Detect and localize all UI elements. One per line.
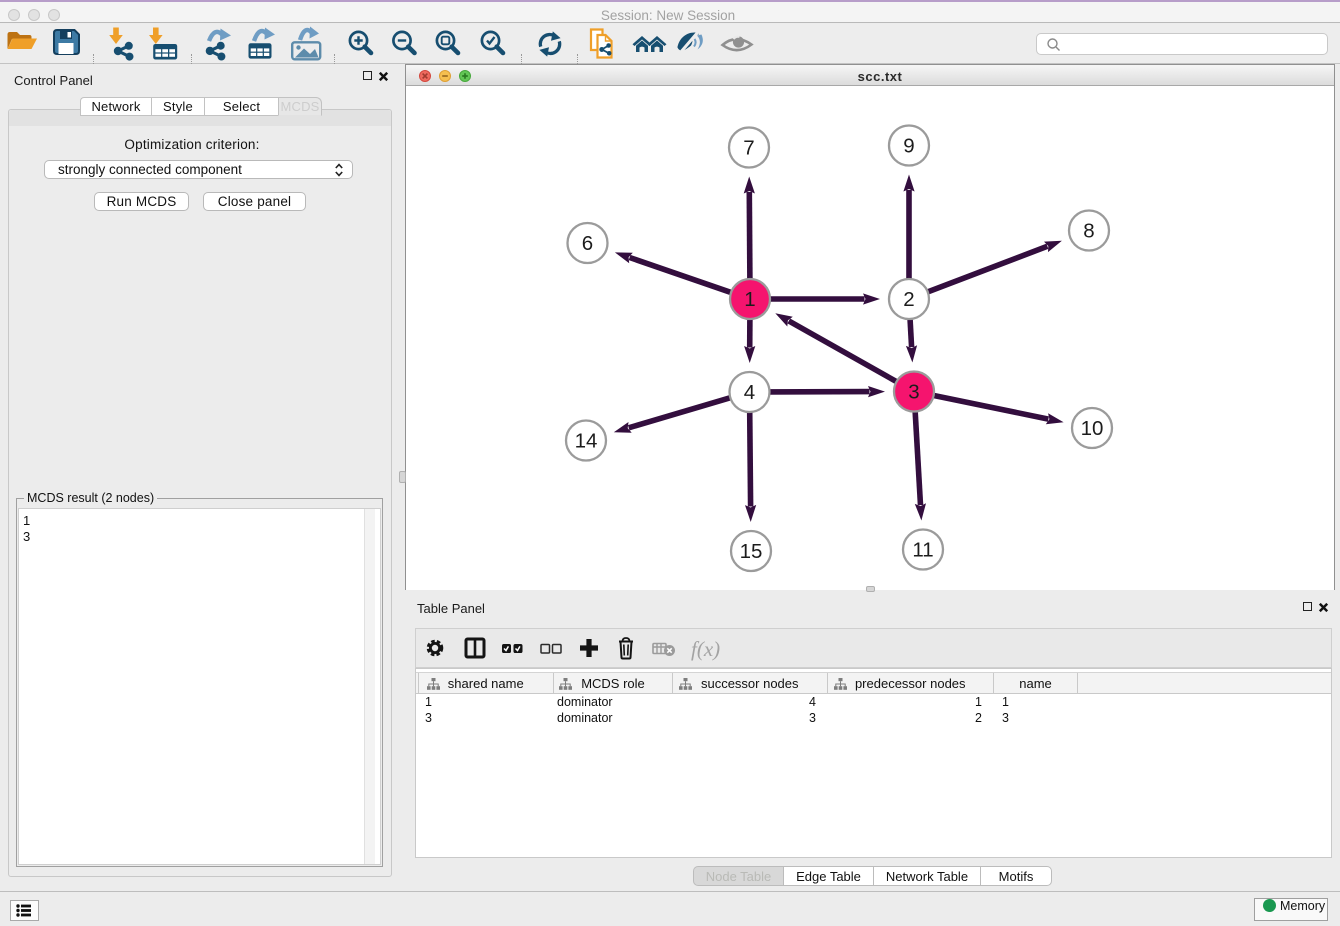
- svg-text:4: 4: [744, 381, 755, 404]
- svg-text:6: 6: [582, 232, 593, 255]
- svg-text:3: 3: [908, 381, 919, 404]
- svg-text:10: 10: [1081, 417, 1104, 440]
- svg-text:14: 14: [575, 430, 598, 453]
- svg-text:15: 15: [740, 540, 763, 563]
- svg-text:1: 1: [744, 288, 755, 311]
- svg-text:8: 8: [1083, 220, 1094, 243]
- svg-text:7: 7: [743, 137, 754, 160]
- svg-text:11: 11: [912, 539, 933, 562]
- svg-text:9: 9: [903, 135, 914, 158]
- svg-text:f(x): f(x): [691, 637, 720, 661]
- svg-text:2: 2: [903, 288, 914, 311]
